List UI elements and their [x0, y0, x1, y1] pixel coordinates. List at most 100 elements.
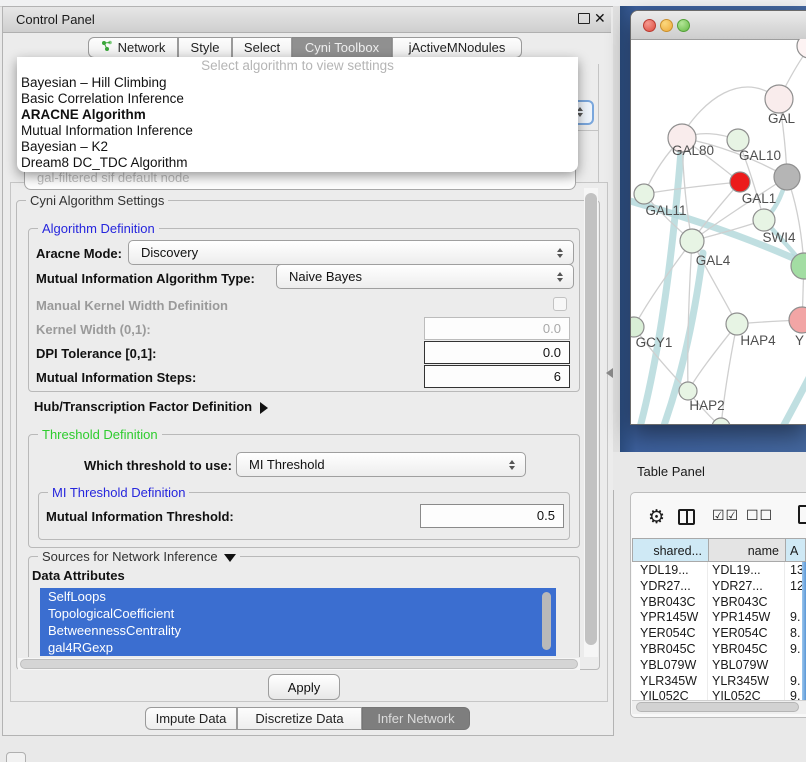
- table-cell: YER054C: [632, 625, 708, 641]
- settings-vscrollbar-thumb[interactable]: [585, 193, 597, 645]
- network-window-titlebar[interactable]: [631, 11, 806, 40]
- corner-button[interactable]: [6, 752, 26, 762]
- algorithm-option[interactable]: Mutual Information Inference: [17, 123, 578, 139]
- float-window-icon[interactable]: [578, 13, 590, 24]
- attribute-item-selected[interactable]: BetweennessCentrality: [40, 622, 556, 639]
- tab-style[interactable]: Style: [178, 37, 232, 58]
- table-cell: YBR043C: [632, 594, 708, 610]
- aracne-mode-combo[interactable]: Discovery: [128, 240, 574, 265]
- network-node-GCY1[interactable]: [631, 317, 644, 337]
- settings-hscrollbar-thumb[interactable]: [20, 659, 578, 669]
- algorithm-option-selected[interactable]: ARACNE Algorithm: [17, 107, 578, 123]
- table-row[interactable]: YBR045CYBR045C9.: [632, 641, 806, 657]
- table-row[interactable]: YLR345WYLR345W9.: [632, 673, 806, 689]
- table-vscrollbar-thumb[interactable]: [802, 562, 806, 700]
- table-panel-title: Table Panel: [637, 464, 705, 479]
- tab-label: Style: [191, 40, 220, 55]
- combo-value: Naive Bayes: [277, 269, 551, 284]
- table-row[interactable]: YDR27...YDR27...12: [632, 578, 806, 594]
- table-document-icon[interactable]: [798, 505, 806, 524]
- manual-kernel-label: Manual Kernel Width Definition: [36, 298, 228, 313]
- mi-type-combo[interactable]: Naive Bayes: [276, 264, 574, 289]
- which-threshold-label: Which threshold to use:: [80, 458, 232, 473]
- column-header-shared-name[interactable]: shared...: [632, 538, 708, 562]
- algorithm-dropdown-list: Select algorithm to view settings Bayesi…: [17, 57, 578, 172]
- mi-steps-field[interactable]: 6: [424, 365, 570, 388]
- table-cell: YBR045C: [708, 641, 785, 657]
- table-cell: YER054C: [708, 625, 785, 641]
- table-cell: YLR345W: [708, 673, 785, 689]
- table-cell: YLR345W: [632, 673, 708, 689]
- tab-select[interactable]: Select: [232, 37, 292, 58]
- network-node[interactable]: [730, 172, 750, 192]
- table-hscrollbar-thumb[interactable]: [636, 702, 799, 712]
- panel-title: Control Panel: [16, 12, 95, 27]
- table-row[interactable]: YBR043CYBR043C: [632, 594, 806, 610]
- mi-type-label: Mutual Information Algorithm Type:: [36, 271, 255, 286]
- tab-cyni-toolbox[interactable]: Cyni Toolbox: [292, 37, 392, 58]
- network-node[interactable]: [712, 418, 730, 425]
- network-node-GAL1[interactable]: [753, 209, 775, 231]
- node-label: GAL11: [645, 203, 686, 218]
- attribute-item-selected[interactable]: SelfLoops: [40, 588, 556, 605]
- network-edge: [644, 182, 740, 194]
- group-title: Algorithm Definition: [38, 221, 159, 236]
- network-node-Y[interactable]: [789, 307, 806, 333]
- tab-label: Discretize Data: [255, 711, 343, 726]
- select-all-icon[interactable]: ☑☑: [712, 508, 739, 524]
- tab-impute-data[interactable]: Impute Data: [145, 707, 237, 730]
- network-node-HAP4[interactable]: [726, 313, 748, 335]
- table-row[interactable]: YER054CYER054C8.: [632, 625, 806, 641]
- network-node-GAL[interactable]: [765, 85, 793, 113]
- deselect-all-icon[interactable]: ☐☐: [746, 508, 773, 524]
- tab-label: Infer Network: [377, 711, 454, 726]
- apply-button[interactable]: Apply: [268, 674, 340, 700]
- algorithm-option[interactable]: Bayesian – K2: [17, 139, 578, 155]
- mi-threshold-field[interactable]: 0.5: [420, 504, 564, 528]
- combo-value: MI Threshold: [237, 457, 503, 472]
- table-cell: YDL19...: [632, 562, 708, 578]
- tab-infer-network[interactable]: Infer Network: [362, 707, 470, 730]
- column-header-partial[interactable]: A: [785, 538, 806, 562]
- tab-jactivemnodules[interactable]: jActiveMNodules: [392, 37, 522, 58]
- mi-steps-label: Mutual Information Steps:: [36, 370, 196, 385]
- minimize-traffic-icon[interactable]: [660, 19, 673, 32]
- network-node-GAL11[interactable]: [634, 184, 654, 204]
- gear-icon[interactable]: ⚙: [648, 506, 665, 528]
- table-row[interactable]: YBL079WYBL079W: [632, 657, 806, 673]
- manual-kernel-checkbox[interactable]: [553, 297, 567, 311]
- network-node[interactable]: [774, 164, 800, 190]
- table-row[interactable]: YDL19...YDL19...13: [632, 562, 806, 578]
- sources-group-title[interactable]: Sources for Network Inference: [38, 549, 240, 564]
- data-attributes-list: SelfLoops TopologicalCoefficient Between…: [40, 588, 556, 657]
- table-row[interactable]: YPR145WYPR145W9.: [632, 609, 806, 625]
- attribute-item-selected[interactable]: TopologicalCoefficient: [40, 605, 556, 622]
- hub-definition-expander[interactable]: Hub/Transcription Factor Definition: [34, 399, 268, 414]
- panel-border-line: [598, 64, 599, 182]
- which-threshold-combo[interactable]: MI Threshold: [236, 452, 526, 477]
- network-node[interactable]: [797, 39, 806, 58]
- panel-collapse-arrow-icon[interactable]: [606, 368, 613, 378]
- network-svg[interactable]: GALGAL80GAL10GAL1SWI4GAL11GAL4HAP4YGCY1H…: [631, 39, 806, 425]
- tab-discretize-data[interactable]: Discretize Data: [237, 707, 362, 730]
- network-node-GAL4[interactable]: [680, 229, 704, 253]
- algorithm-option[interactable]: Basic Correlation Inference: [17, 91, 578, 107]
- zoom-traffic-icon[interactable]: [677, 19, 690, 32]
- columns-icon[interactable]: [678, 509, 695, 525]
- algorithm-option[interactable]: Dream8 DC_TDC Algorithm: [17, 155, 578, 171]
- close-traffic-icon[interactable]: [643, 19, 656, 32]
- node-label: GCY1: [636, 335, 673, 350]
- close-icon[interactable]: ✕: [594, 10, 606, 27]
- tab-network[interactable]: Network: [88, 37, 178, 58]
- list-scrollbar-thumb[interactable]: [542, 592, 551, 650]
- attribute-item-selected[interactable]: gal4RGexp: [40, 639, 556, 656]
- table-row[interactable]: YIL052CYIL052C9.: [632, 688, 806, 700]
- algorithm-option[interactable]: Bayesian – Hill Climbing: [17, 75, 578, 91]
- column-header-name[interactable]: name: [708, 538, 785, 562]
- kernel-width-field[interactable]: 0.0: [424, 317, 570, 340]
- tab-label: Impute Data: [156, 711, 227, 726]
- node-label: GAL4: [696, 253, 731, 268]
- dpi-tolerance-field[interactable]: 0.0: [424, 341, 570, 364]
- tab-label: Cyni Toolbox: [305, 40, 379, 55]
- expand-right-icon: [260, 402, 268, 414]
